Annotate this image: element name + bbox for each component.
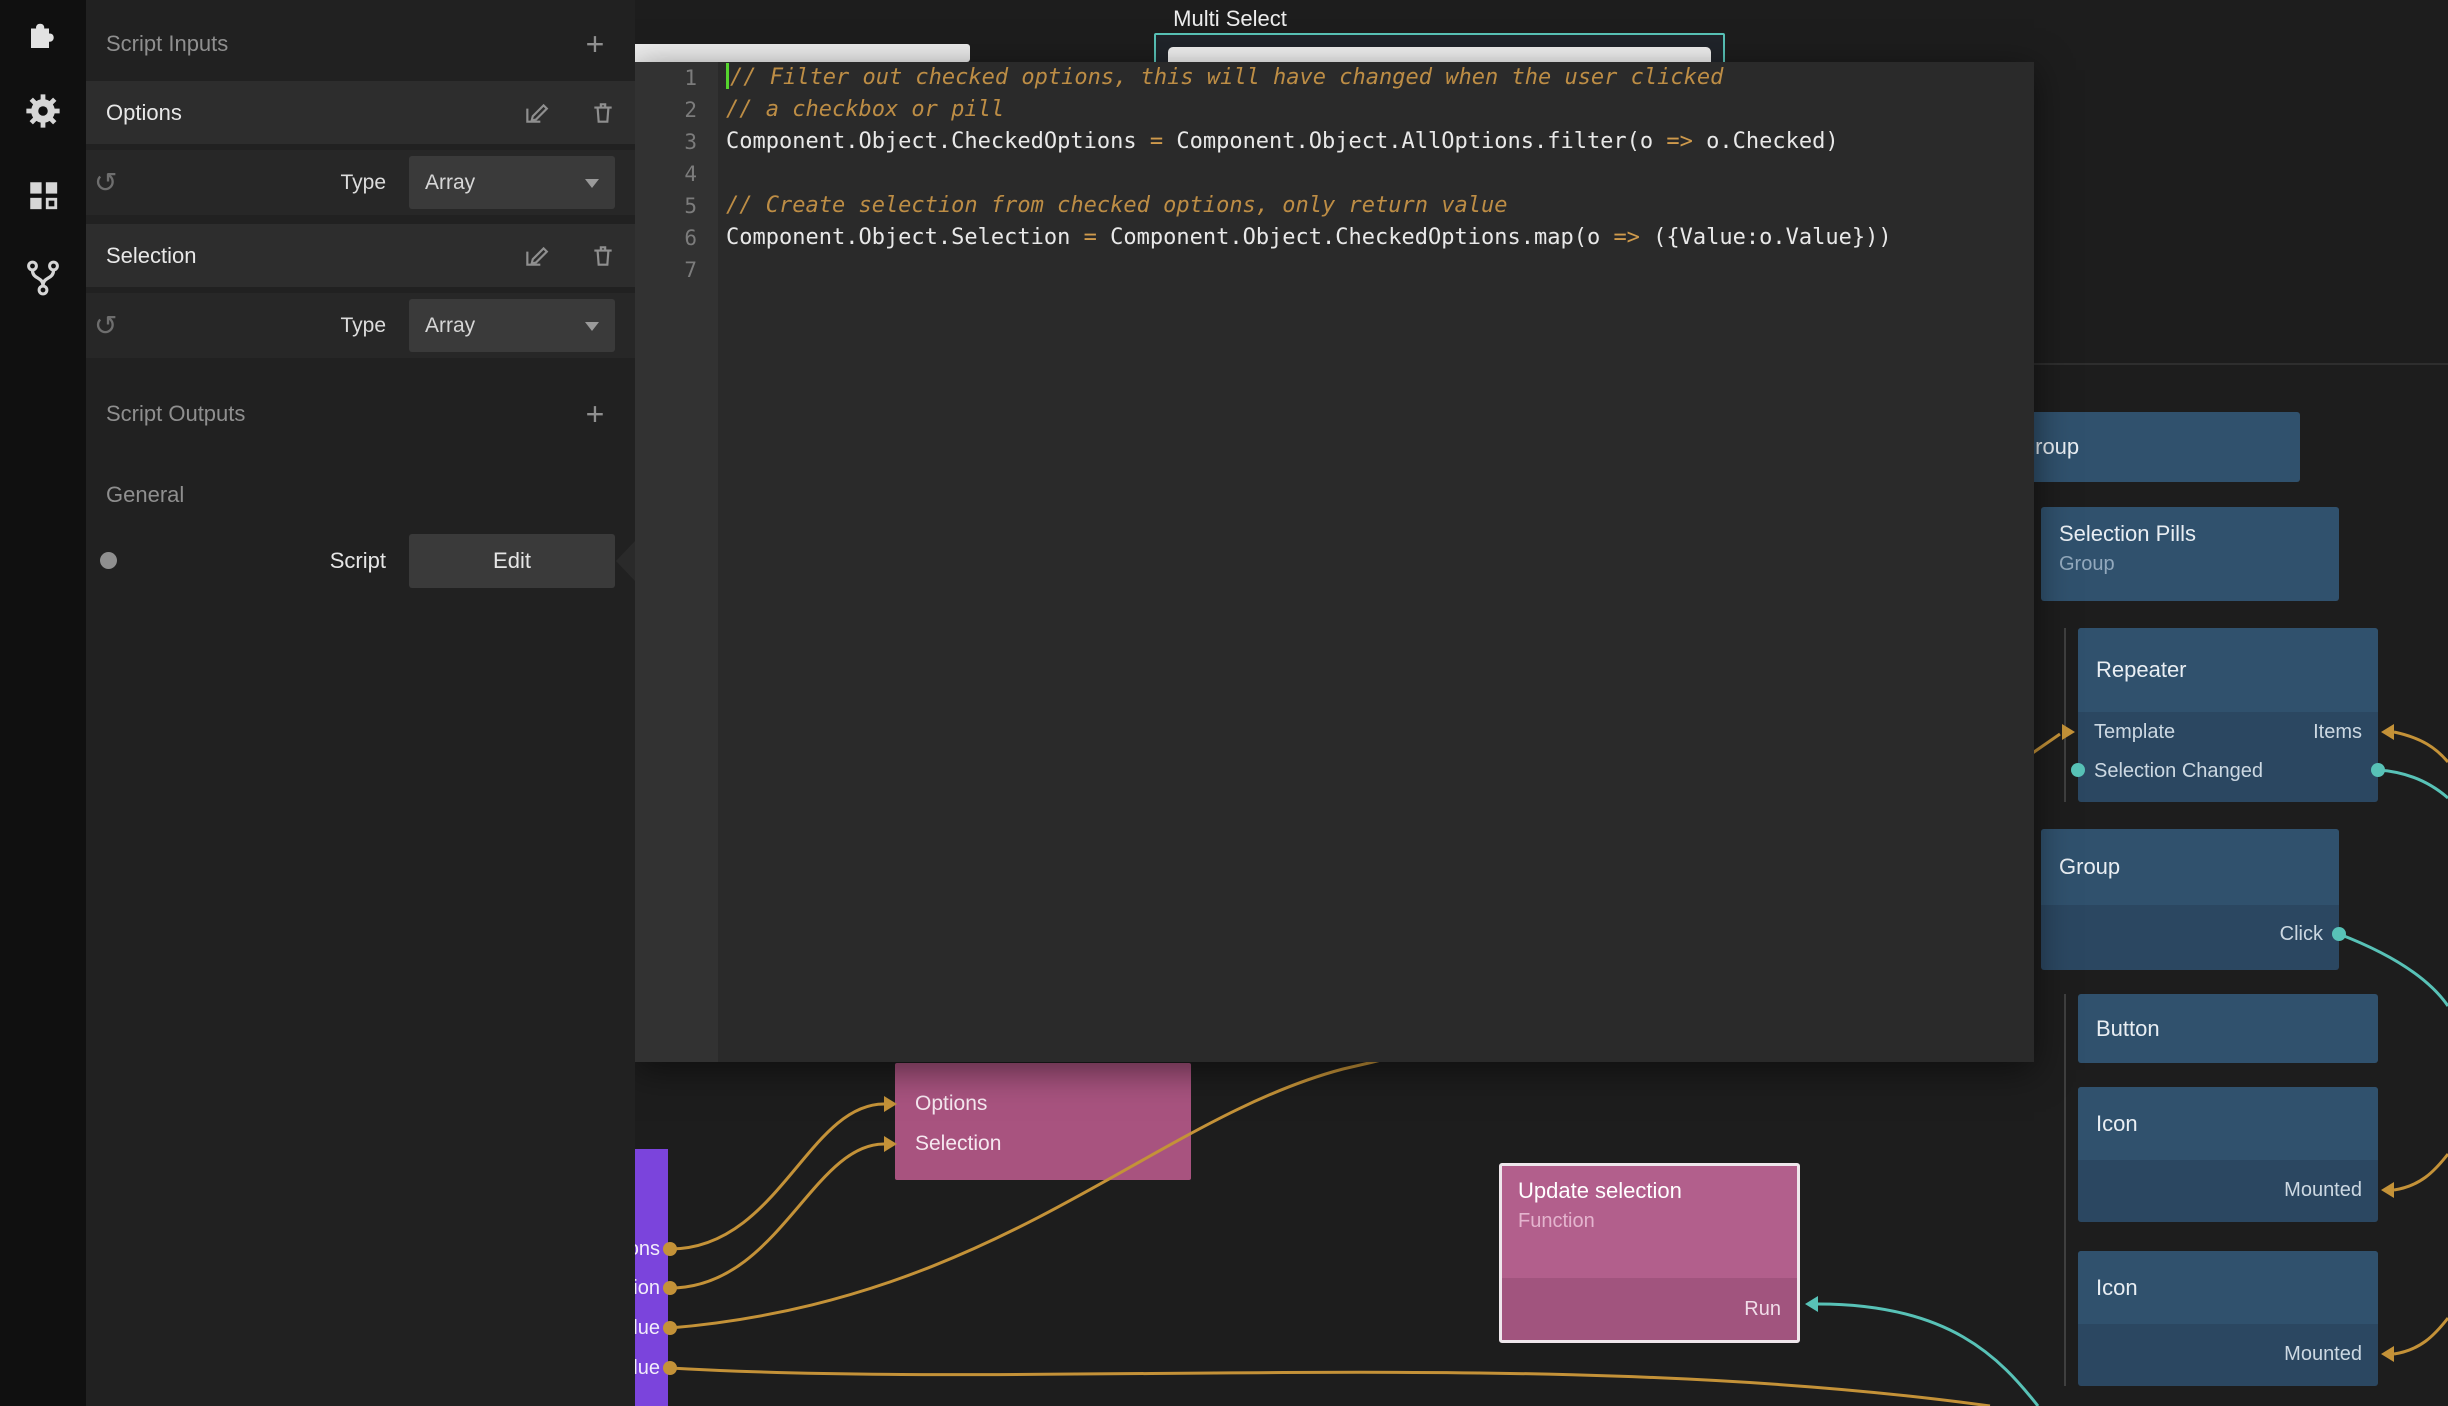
code-line[interactable]: Component.Object.Selection = Component.O… <box>718 222 2034 254</box>
editor-pointer <box>616 541 635 581</box>
wire <box>1818 1304 2038 1406</box>
trash-icon[interactable] <box>590 100 616 126</box>
line-number: 5 <box>635 190 718 222</box>
line-number: 4 <box>635 158 718 190</box>
edit-icon[interactable] <box>523 243 549 269</box>
code-line[interactable]: // a checkbox or pill <box>718 94 2034 126</box>
port-mounted[interactable]: Mounted <box>2284 1334 2362 1374</box>
activity-bar <box>0 0 86 1406</box>
code-line[interactable] <box>718 254 2034 286</box>
code-content[interactable]: // Filter out checked options, this will… <box>718 62 2034 1062</box>
input-row-options[interactable]: Options <box>86 81 635 144</box>
input-row-selection[interactable]: Selection <box>86 224 635 287</box>
code-line[interactable]: // Create selection from checked options… <box>718 190 2034 222</box>
node-group-partial[interactable]: Group <box>2000 412 2300 482</box>
node-button[interactable]: Button <box>2078 994 2378 1063</box>
line-number: 2 <box>635 94 718 126</box>
add-output-button[interactable]: + <box>577 384 613 444</box>
components-icon[interactable] <box>23 175 63 215</box>
tree-indent-guide <box>2064 994 2066 1386</box>
line-number: 1 <box>635 62 718 94</box>
wire <box>2394 1318 2448 1354</box>
wire <box>670 1104 884 1249</box>
puzzle-icon[interactable] <box>23 16 63 56</box>
type-dropdown-options[interactable]: Array <box>409 156 615 209</box>
port-selection[interactable]: Selection <box>915 1124 1001 1164</box>
general-header: General <box>86 465 635 525</box>
multi-select-node-title: Multi Select <box>1120 6 1340 32</box>
port-selection-changed[interactable]: Selection Changed <box>2094 751 2263 791</box>
edit-icon[interactable] <box>523 100 549 126</box>
wire <box>2394 1154 2448 1190</box>
trash-icon[interactable] <box>590 243 616 269</box>
edit-script-button[interactable]: Edit <box>409 534 615 588</box>
ports-strip: Run <box>1502 1278 1797 1340</box>
tree-indent-guide <box>2064 628 2066 802</box>
node-repeater[interactable]: Repeater Template Items Selection Change… <box>2078 628 2378 802</box>
port-click[interactable]: Click <box>2280 914 2323 954</box>
script-row: Script Edit <box>86 529 635 593</box>
port-template[interactable]: Template <box>2094 712 2175 752</box>
chevron-down-icon <box>585 322 599 331</box>
canvas-divider <box>2034 363 2448 365</box>
wire-arrow <box>1805 1296 1818 1312</box>
wire <box>2394 732 2448 762</box>
port-options[interactable]: Options <box>915 1084 987 1124</box>
node-selection-pills-group[interactable]: Selection Pills Group <box>2041 507 2339 601</box>
line-number: 3 <box>635 126 718 158</box>
type-row-selection: ↺ Type Array <box>86 293 635 358</box>
line-number: 6 <box>635 222 718 254</box>
node-icon-top[interactable]: Icon Mounted <box>2078 1087 2378 1222</box>
wire-arrow <box>2381 1182 2394 1198</box>
code-line[interactable] <box>718 158 2034 190</box>
text-cursor <box>726 63 729 89</box>
port-mounted[interactable]: Mounted <box>2284 1170 2362 1210</box>
wire-arrow <box>2381 1346 2394 1362</box>
node-options-selection[interactable]: Options Selection <box>895 1063 1191 1180</box>
type-row-options: ↺ Type Array <box>86 150 635 215</box>
node-icon-bottom[interactable]: Icon Mounted <box>2078 1251 2378 1386</box>
wire-arrow <box>2381 724 2394 740</box>
line-numbers: 1234567 <box>635 62 718 1062</box>
line-number: 7 <box>635 254 718 286</box>
wire <box>2378 770 2448 798</box>
node-update-selection[interactable]: Update selection Function Run <box>1499 1163 1800 1343</box>
type-dropdown-selection[interactable]: Array <box>409 299 615 352</box>
gear-icon[interactable] <box>23 91 63 131</box>
properties-panel: Script Inputs + Options ↺ Type Array Sel… <box>86 0 635 1406</box>
script-outputs-header: Script Outputs + <box>86 384 635 444</box>
code-line[interactable]: // Filter out checked options, this will… <box>718 62 2034 94</box>
script-inputs-header: Script Inputs + <box>86 14 635 74</box>
wire <box>670 1144 884 1288</box>
code-editor[interactable]: 1234567 // Filter out checked options, t… <box>635 62 2034 1062</box>
add-input-button[interactable]: + <box>577 14 613 74</box>
node-group[interactable]: Group Click <box>2041 829 2339 970</box>
port-run[interactable]: Run <box>1744 1278 1781 1340</box>
app-window: Multi Select Group Selection Pills Group… <box>0 0 2448 1406</box>
chevron-down-icon <box>585 179 599 188</box>
branch-icon[interactable] <box>23 258 63 298</box>
component-preview-bar <box>610 44 970 62</box>
wire <box>670 1368 1990 1406</box>
port-items[interactable]: Items <box>2313 712 2362 752</box>
code-line[interactable]: Component.Object.CheckedOptions = Compon… <box>718 126 2034 158</box>
